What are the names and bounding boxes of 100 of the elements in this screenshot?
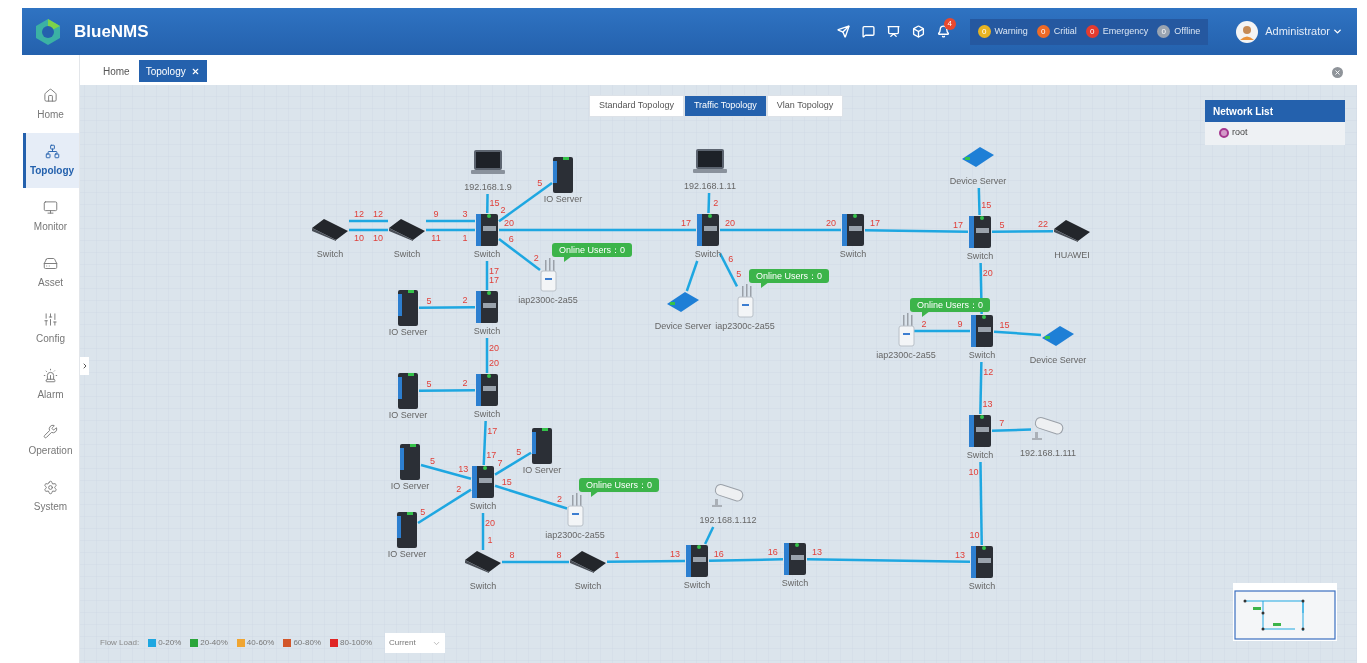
port-label: 15: [489, 198, 500, 209]
switch-icon[interactable]: [971, 315, 993, 347]
server-icon[interactable]: [398, 290, 418, 326]
camera-icon[interactable]: [712, 482, 745, 507]
collapse-handle[interactable]: [80, 357, 89, 375]
sidebar-item[interactable]: Asset: [22, 245, 79, 300]
access-point-icon[interactable]: [737, 284, 754, 318]
close-all-icon[interactable]: [1332, 67, 1343, 78]
access-point-icon[interactable]: [898, 313, 915, 347]
laptop-icon[interactable]: [693, 149, 727, 173]
switch-icon[interactable]: [472, 466, 494, 498]
camera-icon[interactable]: [1032, 415, 1065, 440]
port-label: 9: [433, 209, 439, 219]
port-label: 15: [501, 477, 512, 488]
port-label: 5: [537, 178, 543, 189]
port-label: 2: [462, 378, 468, 389]
caret-icon[interactable]: [1332, 26, 1343, 37]
time-select[interactable]: Current: [385, 633, 446, 653]
switch-icon[interactable]: [465, 551, 501, 573]
server-icon[interactable]: [400, 444, 420, 480]
port-label: 20: [485, 518, 495, 528]
port-label: 2: [462, 295, 468, 306]
port-label: 20: [982, 267, 993, 278]
port-label: 5: [420, 506, 426, 517]
port-label: 5: [516, 446, 522, 457]
sidebar-item[interactable]: Config: [22, 301, 79, 356]
server-icon[interactable]: [532, 428, 552, 464]
topology-mode-tab[interactable]: Standard Topology: [589, 95, 684, 117]
switch-icon[interactable]: [686, 545, 708, 577]
topology-mode-tab[interactable]: Traffic Topology: [683, 95, 767, 117]
port-label: 2: [500, 204, 506, 215]
access-point-icon[interactable]: [567, 493, 584, 527]
switch-icon[interactable]: [570, 551, 606, 573]
user-name[interactable]: Administrator: [1265, 23, 1330, 40]
link-line[interactable]: [707, 192, 711, 214]
server-icon[interactable]: [398, 373, 418, 409]
switch-icon[interactable]: [389, 219, 425, 241]
device-server-icon[interactable]: [667, 292, 699, 312]
port-label: 20: [489, 358, 499, 368]
send-icon[interactable]: [836, 25, 850, 38]
switch-icon[interactable]: [697, 214, 719, 246]
minimap-drawing[interactable]: [1233, 583, 1337, 641]
port-label: 10: [373, 233, 383, 244]
link-line[interactable]: [685, 260, 699, 292]
node-label: Switch: [966, 450, 994, 460]
sidebar-item[interactable]: Alarm: [22, 357, 79, 412]
server-icon[interactable]: [397, 512, 417, 548]
laptop-icon[interactable]: [471, 150, 505, 174]
alarm-count[interactable]: 0: [1085, 25, 1099, 38]
device-server-icon[interactable]: [1042, 326, 1074, 346]
legend-label: 60-80%: [293, 637, 321, 649]
app-name: BlueNMS: [74, 20, 149, 43]
alarm-count[interactable]: 0: [1157, 25, 1171, 38]
box-icon[interactable]: [911, 25, 925, 38]
link-line[interactable]: [494, 451, 532, 476]
port-label: 13: [982, 399, 993, 410]
sidebar-item[interactable]: Operation: [22, 413, 79, 468]
page-tab[interactable]: Home: [96, 60, 137, 82]
node-label: Switch: [968, 581, 996, 591]
sidebar-item[interactable]: Topology: [22, 133, 79, 188]
node-label: iap2300c-2a55: [876, 350, 936, 360]
port-label: 2: [713, 198, 719, 209]
switch-icon[interactable]: [476, 291, 498, 323]
network-item[interactable]: root: [1205, 122, 1345, 140]
switch-icon[interactable]: [476, 374, 498, 406]
chart-icon[interactable]: [886, 25, 900, 38]
sidebar-item[interactable]: Home: [22, 77, 79, 132]
router-icon[interactable]: [1054, 220, 1090, 242]
switch-icon[interactable]: [476, 214, 498, 246]
port-label: 17: [681, 218, 691, 228]
node-label: Switch: [966, 251, 994, 261]
node-label: Switch: [316, 249, 344, 259]
switch-icon[interactable]: [969, 415, 991, 447]
node-label: iap2300c-2a55: [518, 295, 578, 305]
sidebar-item[interactable]: System: [22, 469, 79, 524]
switch-icon[interactable]: [969, 216, 991, 248]
alarm-label: Critial: [1053, 24, 1077, 38]
message-icon[interactable]: [861, 25, 875, 38]
access-point-icon[interactable]: [540, 258, 557, 292]
device-server-icon[interactable]: [962, 147, 994, 167]
switch-icon[interactable]: [784, 543, 806, 575]
avatar-icon[interactable]: [1236, 20, 1259, 43]
node-label: Switch: [473, 326, 501, 336]
switch-icon[interactable]: [842, 214, 864, 246]
close-icon[interactable]: [190, 66, 200, 76]
topology-mode-tab[interactable]: Vlan Topology: [766, 95, 844, 117]
page-tab[interactable]: Topology: [138, 60, 207, 82]
alarm-count[interactable]: 0: [1036, 25, 1050, 38]
online-users-tooltip: Online Users：0: [579, 478, 659, 497]
bell-icon[interactable]: [936, 25, 950, 38]
sidebar-item[interactable]: Monitor: [22, 189, 79, 244]
port-label: 8: [509, 550, 515, 560]
port-label: 2: [456, 484, 462, 494]
switch-icon[interactable]: [312, 219, 348, 241]
node-label: Switch: [393, 249, 421, 259]
switch-icon[interactable]: [971, 546, 993, 578]
link-line[interactable]: [704, 526, 715, 545]
port-label: 13: [458, 464, 469, 475]
server-icon[interactable]: [553, 157, 573, 193]
port-label: 13: [812, 547, 823, 558]
